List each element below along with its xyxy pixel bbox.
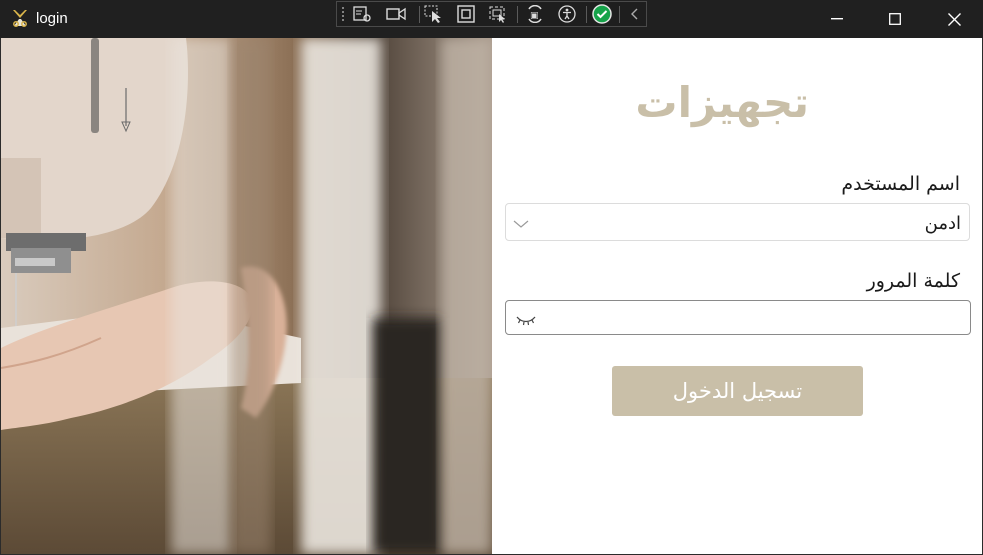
login-button[interactable]: تسجيل الدخول xyxy=(612,366,863,416)
username-label: اسم المستخدم xyxy=(841,173,960,195)
chevron-down-icon[interactable] xyxy=(512,215,530,234)
close-button[interactable] xyxy=(925,0,983,38)
xaml-debug-toolbar: ▣ xyxy=(336,1,647,27)
login-form: تجهيزات اسم المستخدم ادمن كلمة المرور تس… xyxy=(492,38,982,554)
app-logo-icon xyxy=(10,8,30,28)
hot-reload-icon[interactable]: ▣ xyxy=(524,4,546,24)
toolbar-grip[interactable] xyxy=(341,6,345,22)
username-value: ادمن xyxy=(924,213,961,234)
svg-text:▣: ▣ xyxy=(530,11,539,21)
select-element-icon[interactable] xyxy=(351,4,373,24)
brand-title: تجهيزات xyxy=(635,78,809,127)
close-icon xyxy=(947,12,961,26)
display-layout-adorners-icon[interactable] xyxy=(455,4,477,24)
record-icon[interactable] xyxy=(385,4,407,24)
minimize-icon xyxy=(831,18,843,20)
maximize-icon xyxy=(889,13,901,25)
username-combobox[interactable]: ادمن xyxy=(505,203,970,241)
password-field[interactable] xyxy=(505,300,971,335)
title-bar: login ▣ xyxy=(0,0,983,38)
binding-failures-ok-icon[interactable] xyxy=(591,4,613,24)
accessibility-icon[interactable] xyxy=(556,4,578,24)
window-content: تجهيزات اسم المستخدم ادمن كلمة المرور تس… xyxy=(1,38,982,554)
track-focus-icon[interactable] xyxy=(487,4,509,24)
sewing-machine-photo xyxy=(1,38,492,554)
show-password-eye-icon[interactable] xyxy=(516,311,536,330)
window-title: login xyxy=(36,10,68,27)
maximize-button[interactable] xyxy=(866,0,924,38)
password-label: كلمة المرور xyxy=(866,270,960,292)
pointer-select-icon[interactable] xyxy=(423,4,445,24)
collapse-chevron-icon[interactable] xyxy=(624,4,646,24)
minimize-button[interactable] xyxy=(808,0,866,38)
